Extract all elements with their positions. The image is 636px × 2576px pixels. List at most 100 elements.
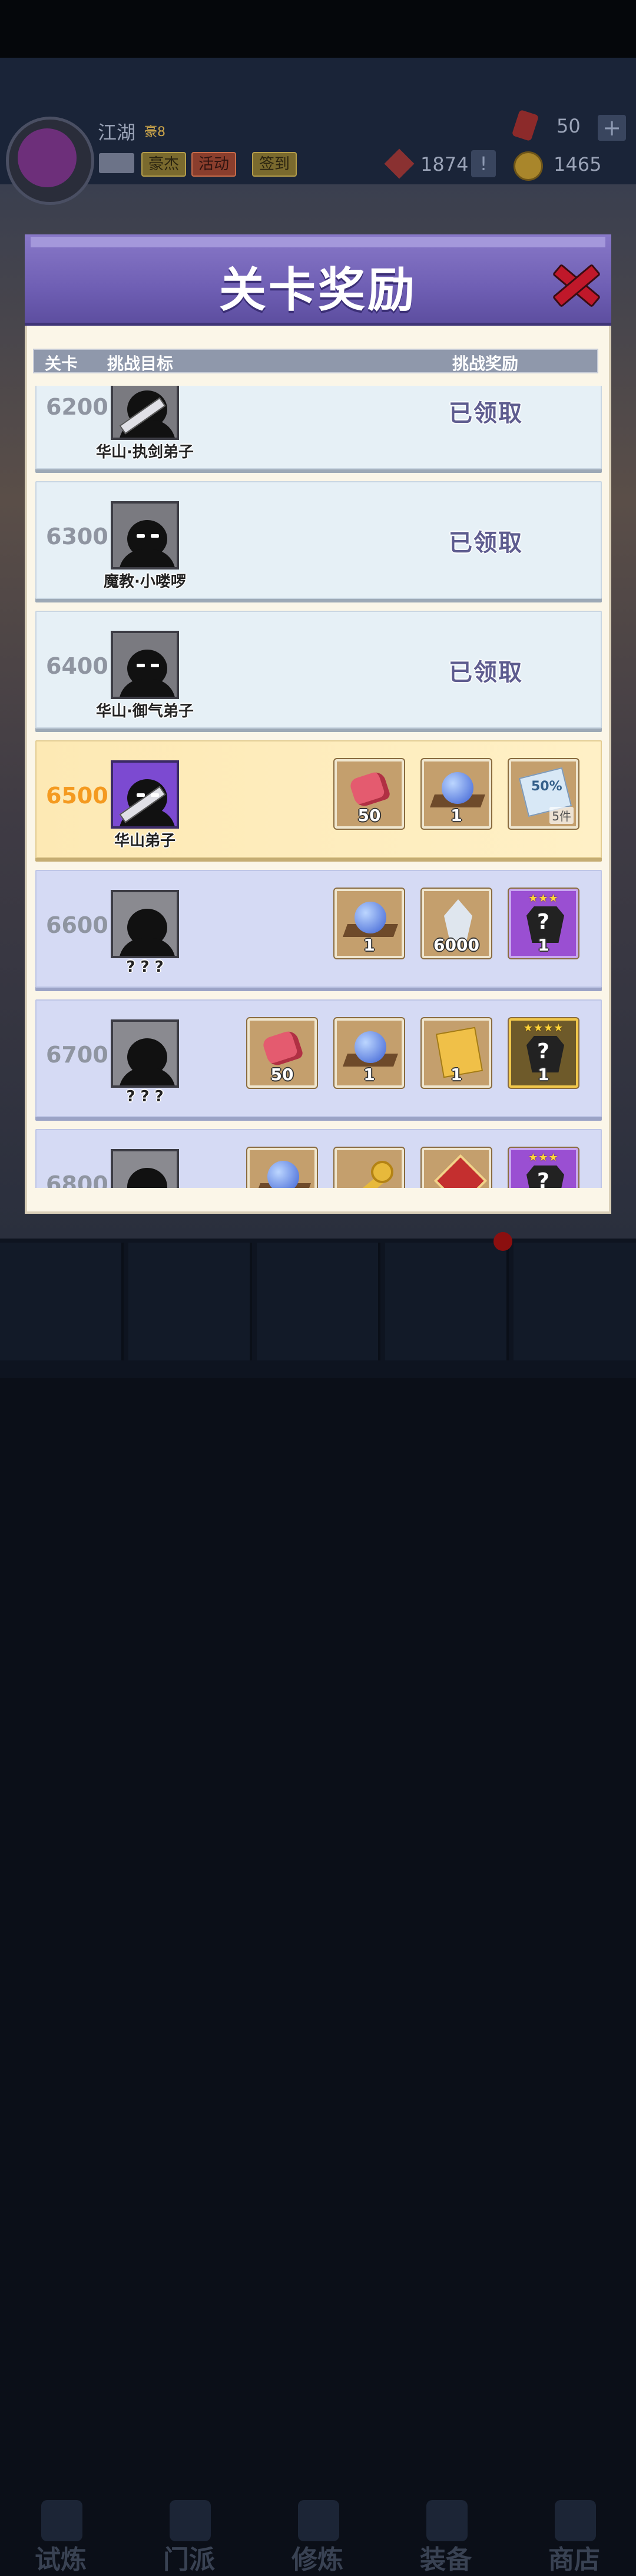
mail-icon[interactable]: [99, 153, 134, 173]
shop-icon: [555, 2500, 596, 2541]
stage-row: 6400 华山·御气弟子 已领取: [35, 611, 602, 729]
coin-icon: [514, 151, 543, 181]
close-button[interactable]: [548, 256, 601, 309]
enemy-portrait: [111, 386, 179, 440]
enemy-portrait: [111, 760, 179, 829]
star-rating: ★★★★: [523, 1022, 564, 1034]
stage-row: 6200 华山·执剑弟子 已领取: [35, 386, 602, 469]
reward-item[interactable]: 50% 5件: [509, 759, 578, 829]
reward-qty: 1: [538, 1065, 549, 1084]
reward-qty: 1: [538, 935, 549, 955]
reward-qty: 1: [363, 935, 375, 955]
reward-qty: 50: [270, 1065, 294, 1084]
reward-list[interactable]: 6200 华山·执剑弟子 已领取 6300 魔教·小喽啰 已领取 6400 华山…: [25, 386, 611, 1188]
reward-item[interactable]: ★★★★ ? 1: [509, 1018, 578, 1088]
question-mark: ?: [537, 1169, 549, 1188]
reward-qty: 50: [357, 806, 381, 825]
reward-item[interactable]: 1: [334, 1018, 404, 1088]
question-mark: ?: [537, 910, 549, 934]
gem-count: 50: [556, 115, 581, 137]
fragment-percent: 50%: [531, 779, 562, 794]
alert-icon[interactable]: !: [471, 150, 496, 177]
book-icon: [298, 2500, 339, 2541]
reward-qty: 1: [450, 1065, 462, 1084]
reward-item[interactable]: ★★★ ? 1: [509, 889, 578, 958]
trial-icon: [41, 2500, 82, 2541]
reward-qty: 1: [450, 806, 462, 825]
nav-equip-label: 装备: [420, 2545, 472, 2575]
enemy-portrait: [111, 890, 179, 958]
enemy-name: 华山·御气弟子: [96, 703, 194, 720]
stage-row: 6700 ? ? ? 50 1 1 ★★★★ ? 1: [35, 999, 602, 1117]
activity-button[interactable]: 活动: [191, 152, 237, 177]
blue-orb-icon: [355, 902, 386, 933]
reward-qty: 6000: [433, 935, 479, 955]
fragment-count: 5件: [549, 807, 574, 824]
nav-cultivate-label: 修炼: [292, 2545, 343, 2575]
reward-item[interactable]: [247, 1148, 317, 1188]
reward-item[interactable]: ★★★ ?: [509, 1148, 578, 1188]
heroes-button[interactable]: 豪杰: [141, 152, 187, 177]
nav-trial-label: 试炼: [35, 2545, 87, 2575]
nav-trial[interactable]: 试炼: [0, 1243, 124, 2575]
coin-count: 1465: [554, 153, 602, 176]
stage-row: 6600 ? ? ? 1 6000 ★★★ ? 1: [35, 870, 602, 988]
claimed-label: 已领取: [449, 659, 523, 686]
enemy-name: ? ? ?: [126, 958, 164, 976]
blue-orb-icon: [442, 772, 473, 804]
nav-shop[interactable]: 商店: [514, 1243, 636, 2575]
stage-row-current: 6500 华山弟子 50 1 50% 5件: [35, 740, 602, 858]
reward-item[interactable]: [422, 1148, 491, 1188]
red-gem-icon: [348, 769, 392, 809]
add-gems-button[interactable]: +: [598, 115, 626, 141]
nav-cultivate[interactable]: 修炼: [257, 1243, 380, 2575]
enemy-name: ? ? ?: [126, 1088, 164, 1105]
nav-equip[interactable]: 装备: [385, 1243, 509, 2575]
dialog-title: 关卡奖励: [219, 263, 417, 317]
reward-item[interactable]: [334, 1148, 404, 1188]
reward-item[interactable]: 6000: [422, 889, 491, 958]
sect-icon: [170, 2500, 211, 2541]
enemy-portrait: [111, 1019, 179, 1088]
reward-item[interactable]: 50: [247, 1018, 317, 1088]
reward-item[interactable]: 1: [334, 889, 404, 958]
question-mark: ?: [537, 1039, 549, 1064]
stage-row: 6800 ★★★ ?: [35, 1129, 602, 1188]
nav-sect-label: 门派: [163, 2545, 215, 2575]
honor-count: 1874: [420, 153, 469, 176]
player-rank: 豪8: [144, 125, 165, 140]
blue-orb-icon: [355, 1031, 386, 1063]
avatar-image: [18, 128, 77, 187]
reward-item[interactable]: 1: [422, 1018, 491, 1088]
checkin-button[interactable]: 签到: [252, 152, 297, 177]
reward-item[interactable]: 1: [422, 759, 491, 829]
key-head: [371, 1161, 393, 1183]
enemy-portrait: [111, 631, 179, 699]
notification-dot: [493, 1232, 512, 1251]
claimed-label: 已领取: [449, 529, 523, 557]
nav-sect[interactable]: 门派: [128, 1243, 252, 2575]
crystal-icon: [444, 899, 472, 941]
enemy-name: 华山·执剑弟子: [96, 443, 194, 461]
reward-qty: 1: [363, 1065, 375, 1084]
star-rating: ★★★: [528, 892, 559, 905]
sword-icon: [426, 2500, 468, 2541]
blue-orb-icon: [267, 1161, 299, 1188]
honor-badge-icon: [433, 1154, 488, 1188]
claimed-label: 已领取: [449, 400, 523, 427]
nav-shop-label: 商店: [548, 2545, 600, 2575]
status-bar: [0, 0, 636, 58]
column-reward: 挑战奖励: [452, 354, 519, 373]
stage-row: 6300 魔教·小喽啰 已领取: [35, 481, 602, 599]
header-highlight: [31, 237, 605, 247]
red-gem-icon: [261, 1028, 304, 1068]
enemy-portrait: [111, 1149, 179, 1188]
column-target: 挑战目标: [107, 354, 174, 373]
enemy-name: 魔教·小喽啰: [104, 573, 186, 591]
column-stage: 关卡: [45, 354, 78, 373]
enemy-name: 华山弟子: [114, 832, 175, 850]
player-name: 江湖: [98, 121, 136, 144]
star-rating: ★★★: [528, 1151, 559, 1164]
enemy-portrait: [111, 501, 179, 569]
reward-item[interactable]: 50: [334, 759, 404, 829]
